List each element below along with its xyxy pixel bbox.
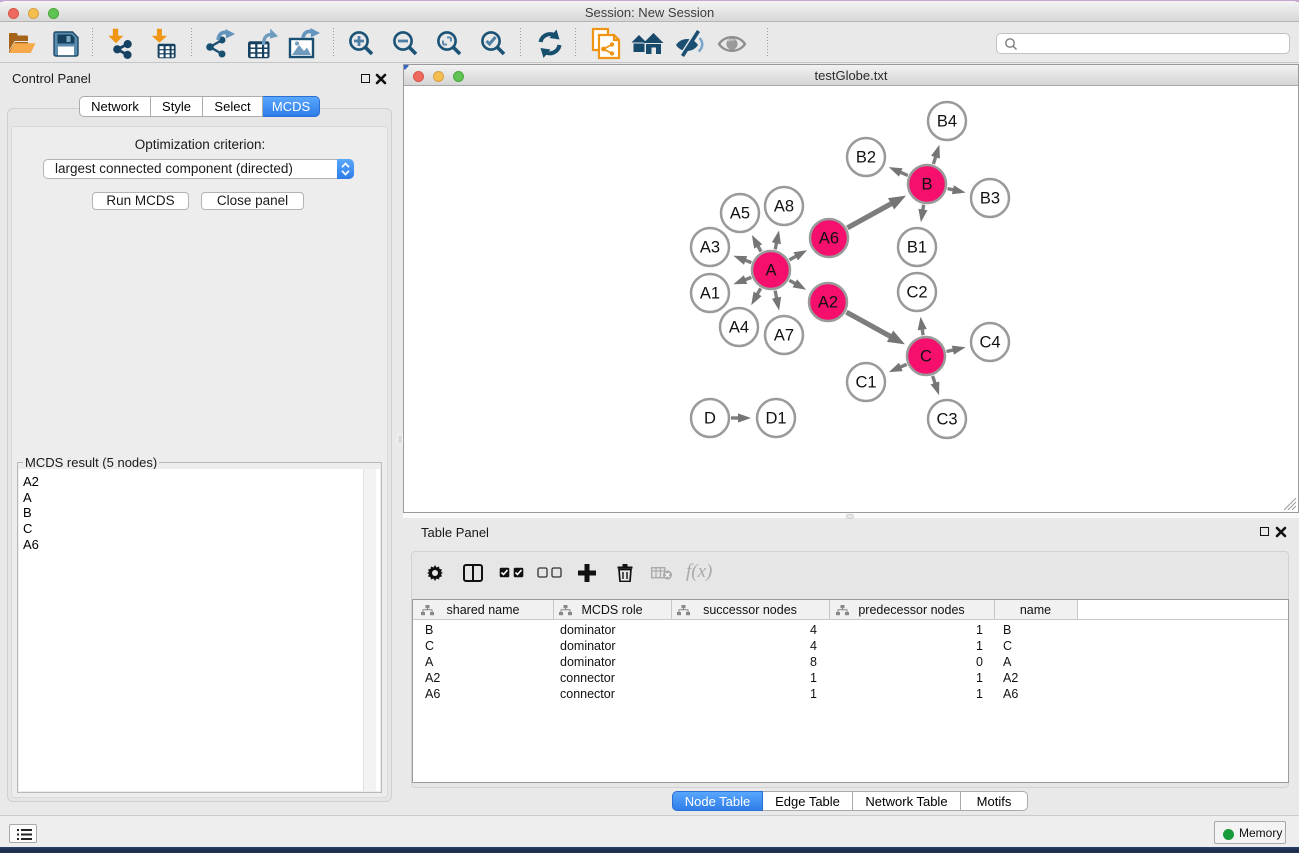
svg-text:A8: A8 [774, 198, 794, 216]
svg-text:C4: C4 [979, 334, 1000, 352]
svg-text:B4: B4 [937, 113, 957, 131]
svg-text:C: C [920, 348, 932, 366]
svg-text:D1: D1 [765, 410, 786, 428]
svg-text:A3: A3 [700, 239, 720, 257]
svg-text:A: A [765, 262, 776, 280]
svg-text:B: B [921, 176, 932, 194]
svg-text:C1: C1 [855, 374, 876, 392]
svg-text:B1: B1 [907, 239, 927, 257]
svg-text:A4: A4 [729, 319, 749, 337]
svg-text:A2: A2 [818, 294, 838, 312]
svg-text:C2: C2 [906, 284, 927, 302]
svg-text:B3: B3 [980, 190, 1000, 208]
svg-text:A7: A7 [774, 327, 794, 345]
svg-text:C3: C3 [936, 411, 957, 429]
svg-text:A5: A5 [730, 205, 750, 223]
svg-text:B2: B2 [856, 149, 876, 167]
svg-text:A1: A1 [700, 285, 720, 303]
svg-text:A6: A6 [819, 230, 839, 248]
svg-text:D: D [704, 410, 716, 428]
